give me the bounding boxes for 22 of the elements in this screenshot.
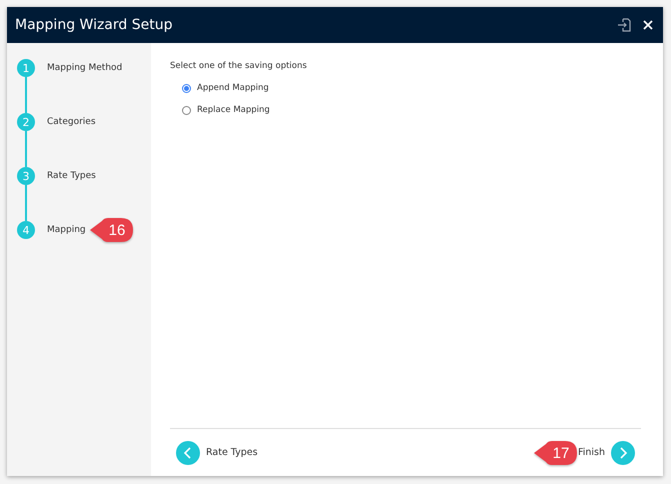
prompt-text: Select one of the saving options <box>170 61 308 71</box>
finish-button[interactable]: Finish <box>578 440 635 464</box>
step-number: 3 <box>17 167 35 185</box>
step-label[interactable]: Rate Types <box>47 171 96 181</box>
window-title: Mapping Wizard Setup <box>15 17 174 33</box>
option-label[interactable]: Append Mapping <box>197 83 269 93</box>
step-number: 4 <box>17 221 35 239</box>
callout-badge: 17 <box>534 440 578 466</box>
close-icon[interactable] <box>643 20 653 30</box>
step-label[interactable]: Categories <box>47 117 96 127</box>
step-number: 2 <box>17 113 35 131</box>
export-icon[interactable] <box>618 18 631 32</box>
step-number: 1 <box>17 59 35 77</box>
back-icon <box>176 440 200 464</box>
step-label[interactable]: Mapping Method <box>47 63 122 73</box>
option-label[interactable]: Replace Mapping <box>197 105 270 115</box>
next-icon <box>611 440 635 464</box>
radio-button[interactable] <box>182 106 191 114</box>
callout-badge: 16 <box>90 217 134 243</box>
radio-button[interactable] <box>182 84 191 92</box>
back-button[interactable]: Rate Types <box>176 440 258 464</box>
step-label[interactable]: Mapping <box>47 225 86 235</box>
